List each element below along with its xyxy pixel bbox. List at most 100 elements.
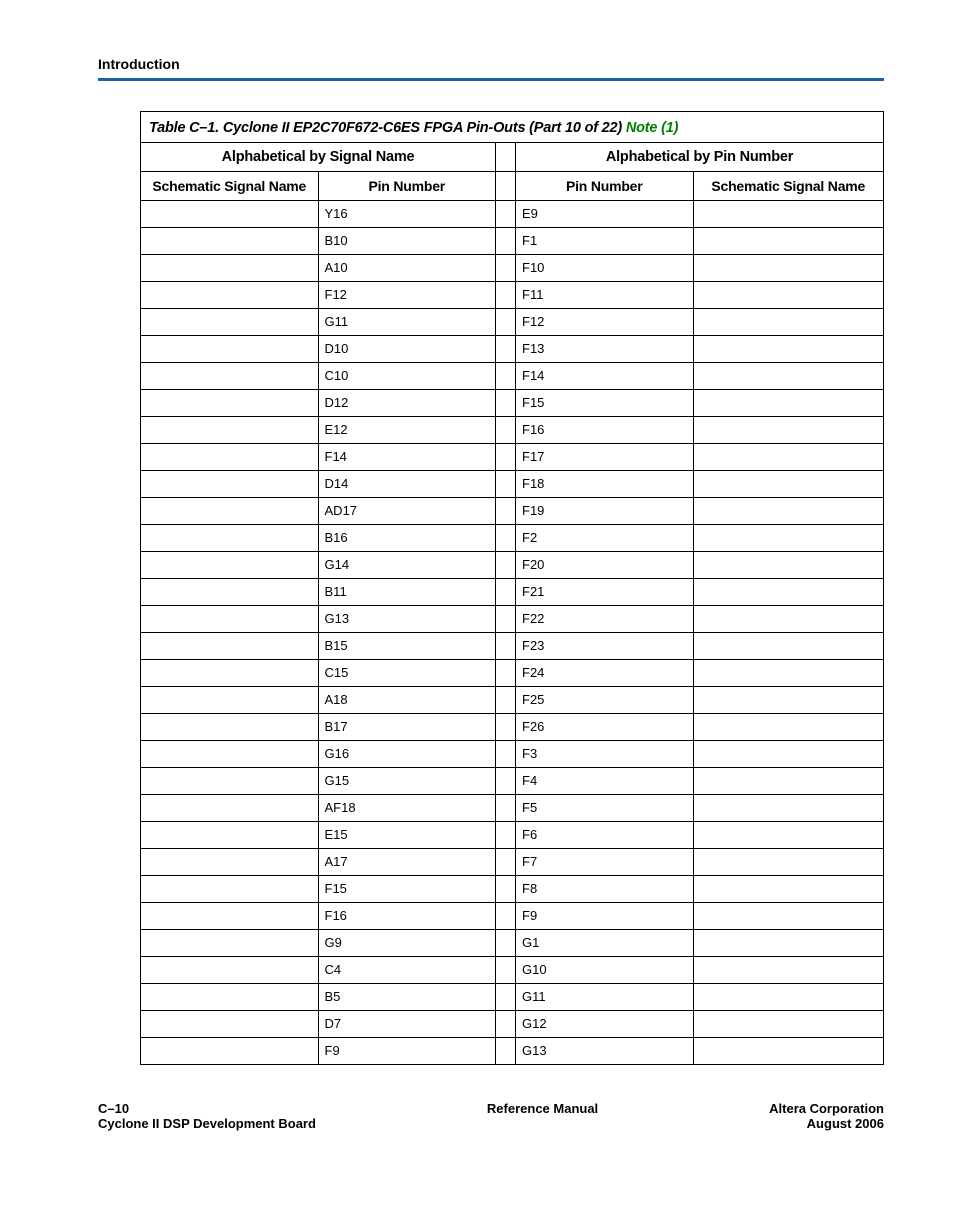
cell-gap — [496, 363, 516, 389]
cell-pin-left: D10 — [319, 336, 497, 362]
cell-schematic-left — [141, 984, 319, 1010]
cell-pin-left: F16 — [319, 903, 497, 929]
cell-pin-left: F9 — [319, 1038, 497, 1064]
table-row: G15F4 — [141, 768, 883, 795]
cell-schematic-left — [141, 741, 319, 767]
cell-gap — [496, 984, 516, 1010]
cell-schematic-right — [694, 498, 883, 524]
cell-gap — [496, 255, 516, 281]
table-row: A10F10 — [141, 255, 883, 282]
cell-gap — [496, 471, 516, 497]
group-header-gap — [496, 143, 516, 171]
cell-gap — [496, 876, 516, 902]
cell-pin-left: G14 — [319, 552, 497, 578]
table-row: B10F1 — [141, 228, 883, 255]
cell-gap — [496, 444, 516, 470]
cell-schematic-right — [694, 336, 883, 362]
cell-schematic-left — [141, 309, 319, 335]
cell-schematic-right — [694, 795, 883, 821]
cell-schematic-left — [141, 525, 319, 551]
cell-schematic-left — [141, 552, 319, 578]
cell-pin-right: F6 — [516, 822, 694, 848]
table-row: B11F21 — [141, 579, 883, 606]
cell-pin-right: F19 — [516, 498, 694, 524]
table-row: G13 F22 — [141, 606, 883, 633]
cell-schematic-left — [141, 1038, 319, 1064]
cell-gap — [496, 768, 516, 794]
cell-schematic-right — [694, 444, 883, 470]
cell-pin-right: F17 — [516, 444, 694, 470]
cell-pin-left: G16 — [319, 741, 497, 767]
cell-pin-left: F12 — [319, 282, 497, 308]
table-row: C10F14 — [141, 363, 883, 390]
cell-gap — [496, 633, 516, 659]
cell-pin-right: F25 — [516, 687, 694, 713]
cell-schematic-right — [694, 849, 883, 875]
cell-pin-right: F15 — [516, 390, 694, 416]
cell-pin-left: G11 — [319, 309, 497, 335]
table-row: B17F26 — [141, 714, 883, 741]
pinout-table: Table C–1. Cyclone II EP2C70F672-C6ES FP… — [140, 111, 884, 1065]
cell-schematic-right — [694, 714, 883, 740]
cell-schematic-left — [141, 255, 319, 281]
cell-gap — [496, 1011, 516, 1037]
cell-schematic-left — [141, 498, 319, 524]
cell-schematic-left — [141, 795, 319, 821]
cell-pin-left: A18 — [319, 687, 497, 713]
table-row: G14 F20 — [141, 552, 883, 579]
cell-schematic-right — [694, 525, 883, 551]
page-footer: C–10 Cyclone II DSP Development Board Re… — [98, 1101, 884, 1131]
cell-gap — [496, 741, 516, 767]
cell-pin-right: E9 — [516, 201, 694, 227]
cell-schematic-left — [141, 282, 319, 308]
cell-schematic-left — [141, 768, 319, 794]
cell-pin-left: F14 — [319, 444, 497, 470]
cell-schematic-left — [141, 201, 319, 227]
cell-gap — [496, 1038, 516, 1064]
table-row: D14 F18 — [141, 471, 883, 498]
cell-schematic-right — [694, 984, 883, 1010]
col-header-gap — [496, 172, 516, 200]
table-caption-note-link[interactable]: Note (1) — [626, 120, 678, 136]
col-header-schematic-right: Schematic Signal Name — [694, 172, 883, 200]
footer-right-sub: August 2006 — [769, 1116, 884, 1131]
table-row: B5G11 — [141, 984, 883, 1011]
cell-schematic-right — [694, 687, 883, 713]
cell-schematic-right — [694, 633, 883, 659]
cell-gap — [496, 606, 516, 632]
table-row: A18 F25 — [141, 687, 883, 714]
cell-gap — [496, 903, 516, 929]
footer-right: Altera Corporation August 2006 — [769, 1101, 884, 1131]
cell-pin-left: B17 — [319, 714, 497, 740]
cell-schematic-left — [141, 822, 319, 848]
cell-gap — [496, 498, 516, 524]
table-row: G16F3 — [141, 741, 883, 768]
cell-pin-right: F20 — [516, 552, 694, 578]
cell-schematic-left — [141, 849, 319, 875]
cell-pin-right: F8 — [516, 876, 694, 902]
cell-schematic-right — [694, 579, 883, 605]
cell-pin-right: F5 — [516, 795, 694, 821]
cell-gap — [496, 660, 516, 686]
cell-schematic-right — [694, 309, 883, 335]
cell-gap — [496, 849, 516, 875]
table-row: B15F23 — [141, 633, 883, 660]
cell-schematic-right — [694, 363, 883, 389]
cell-pin-right: F7 — [516, 849, 694, 875]
cell-gap — [496, 336, 516, 362]
cell-schematic-left — [141, 390, 319, 416]
table-group-header-row: Alphabetical by Signal Name Alphabetical… — [141, 143, 883, 172]
cell-gap — [496, 228, 516, 254]
cell-schematic-right — [694, 255, 883, 281]
cell-schematic-right — [694, 1011, 883, 1037]
cell-pin-left: C10 — [319, 363, 497, 389]
cell-pin-right: F18 — [516, 471, 694, 497]
cell-pin-left: D14 — [319, 471, 497, 497]
cell-pin-left: C15 — [319, 660, 497, 686]
cell-pin-right: F22 — [516, 606, 694, 632]
table-row: D10F13 — [141, 336, 883, 363]
table-row: D12F15 — [141, 390, 883, 417]
cell-pin-left: G13 — [319, 606, 497, 632]
cell-pin-right: F24 — [516, 660, 694, 686]
table-row: AF18F5 — [141, 795, 883, 822]
